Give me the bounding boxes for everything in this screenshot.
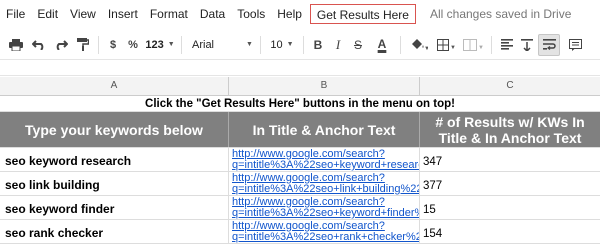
url-line[interactable]: http://www.google.com/search? (232, 149, 419, 160)
header-results-count[interactable]: # of Results w/ KWs In Title & In Anchor… (420, 112, 600, 147)
toolbar-divider (98, 35, 99, 54)
wrap-text-icon (542, 39, 556, 50)
results-cell[interactable]: 15 (420, 196, 600, 219)
keyword-cell[interactable]: seo keyword finder (0, 196, 229, 219)
menu-format[interactable]: Format (144, 4, 194, 24)
strikethrough-button[interactable]: S (348, 34, 368, 56)
url-line[interactable]: q=intitle%3A%22seo+keyword+research (232, 160, 419, 171)
svg-text:▼: ▼ (450, 45, 455, 51)
url-cell[interactable]: http://www.google.com/search? q=intitle%… (229, 148, 420, 171)
vertical-align-icon (521, 38, 533, 51)
bold-button[interactable]: B (308, 34, 328, 56)
svg-text:▼: ▼ (478, 45, 483, 51)
results-cell[interactable]: 154 (420, 220, 600, 243)
print-button[interactable] (4, 34, 28, 56)
borders-icon: ▼ (437, 38, 455, 51)
column-header-row: A B C (0, 77, 600, 96)
menu-get-results-here[interactable]: Get Results Here (309, 4, 416, 24)
results-cell[interactable]: 377 (420, 172, 600, 195)
url-cell[interactable]: http://www.google.com/search? q=intitle%… (229, 196, 420, 219)
menu-data[interactable]: Data (194, 4, 231, 24)
spreadsheet-grid: A B C Click the "Get Results Here" butto… (0, 77, 600, 244)
currency-format-button[interactable]: $ (103, 34, 123, 56)
font-family-dropdown[interactable]: Arial ▼ (186, 34, 256, 56)
results-cell[interactable]: 347 (420, 148, 600, 171)
url-line[interactable]: q=intitle%3A%22seo+link+building%22+ (232, 184, 419, 195)
table-row: seo rank checker http://www.google.com/s… (0, 220, 600, 244)
toolbar: $ % 123 ▼ Arial ▼ 10 ▼ B I S A ▼ ▼ ▼ (0, 30, 600, 60)
chevron-down-icon: ▼ (167, 41, 175, 48)
header-keywords[interactable]: Type your keywords below (0, 112, 229, 147)
table-row: seo keyword research http://www.google.c… (0, 148, 600, 172)
url-line[interactable]: q=intitle%3A%22seo+rank+checker%22 (232, 232, 419, 243)
table-row: seo keyword finder http://www.google.com… (0, 196, 600, 220)
header-row: Type your keywords below In Title & Anch… (0, 112, 600, 148)
merge-cells-button[interactable]: ▼ (459, 34, 487, 56)
toolbar-divider (491, 35, 492, 54)
url-line[interactable]: http://www.google.com/search? (232, 221, 419, 232)
font-size-dropdown[interactable]: 10 ▼ (265, 34, 299, 56)
menu-help[interactable]: Help (271, 4, 308, 24)
toolbar-divider (303, 35, 304, 54)
menu-file[interactable]: File (0, 4, 31, 24)
menu-edit[interactable]: Edit (31, 4, 64, 24)
menu-insert[interactable]: Insert (102, 4, 144, 24)
formula-bar[interactable] (0, 61, 600, 76)
url-line[interactable]: http://www.google.com/search? (232, 197, 419, 208)
svg-text:▼: ▼ (424, 46, 428, 51)
fill-color-button[interactable]: ▼ (405, 34, 433, 56)
font-family-label: Arial (192, 38, 215, 51)
redo-icon (56, 39, 68, 50)
menu-bar: File Edit View Insert Format Data Tools … (0, 0, 600, 28)
save-status: All changes saved in Drive (429, 7, 572, 21)
percent-format-button[interactable]: % (123, 34, 143, 56)
toolbar-divider (260, 35, 261, 54)
text-color-button[interactable]: A (368, 34, 396, 56)
instruction-text[interactable]: Click the "Get Results Here" buttons in … (0, 96, 600, 111)
toolbar-divider (181, 35, 182, 54)
column-header-b[interactable]: B (229, 77, 420, 95)
url-cell[interactable]: http://www.google.com/search? q=intitle%… (229, 172, 420, 195)
table-row: seo link building http://www.google.com/… (0, 172, 600, 196)
keyword-cell[interactable]: seo rank checker (0, 220, 229, 243)
comment-icon (568, 38, 582, 51)
toolbar-divider (400, 35, 401, 54)
merge-cells-icon: ▼ (463, 38, 483, 51)
keyword-cell[interactable]: seo keyword research (0, 148, 229, 171)
print-icon (9, 38, 23, 51)
undo-button[interactable] (28, 34, 50, 56)
align-left-button[interactable] (496, 34, 518, 56)
borders-button[interactable]: ▼ (433, 34, 459, 56)
url-line[interactable]: q=intitle%3A%22seo+keyword+finder%2 (232, 208, 419, 219)
paint-format-button[interactable] (72, 34, 94, 56)
column-header-c[interactable]: C (420, 77, 600, 95)
column-header-a[interactable]: A (0, 77, 229, 95)
header-title-anchor[interactable]: In Title & Anchor Text (229, 112, 420, 147)
paint-roller-icon (77, 38, 89, 51)
vertical-align-button[interactable] (518, 34, 536, 56)
comment-button[interactable] (564, 34, 586, 56)
wrap-text-button[interactable] (538, 33, 560, 56)
italic-button[interactable]: I (328, 34, 348, 56)
menu-tools[interactable]: Tools (231, 4, 271, 24)
keyword-cell[interactable]: seo link building (0, 172, 229, 195)
number-format-label: 123 (145, 38, 164, 51)
align-left-icon (501, 39, 513, 50)
menu-view[interactable]: View (64, 4, 102, 24)
url-line[interactable]: http://www.google.com/search? (232, 173, 419, 184)
chevron-down-icon: ▼ (286, 41, 294, 48)
number-format-dropdown[interactable]: 123 ▼ (143, 34, 177, 56)
paint-bucket-icon: ▼ (412, 39, 428, 51)
instruction-row: Click the "Get Results Here" buttons in … (0, 96, 600, 112)
font-size-label: 10 (270, 38, 283, 51)
text-color-label: A (377, 37, 387, 51)
url-cell[interactable]: http://www.google.com/search? q=intitle%… (229, 220, 420, 243)
undo-icon (32, 39, 44, 50)
redo-button[interactable] (50, 34, 72, 56)
chevron-down-icon: ▼ (246, 41, 253, 48)
